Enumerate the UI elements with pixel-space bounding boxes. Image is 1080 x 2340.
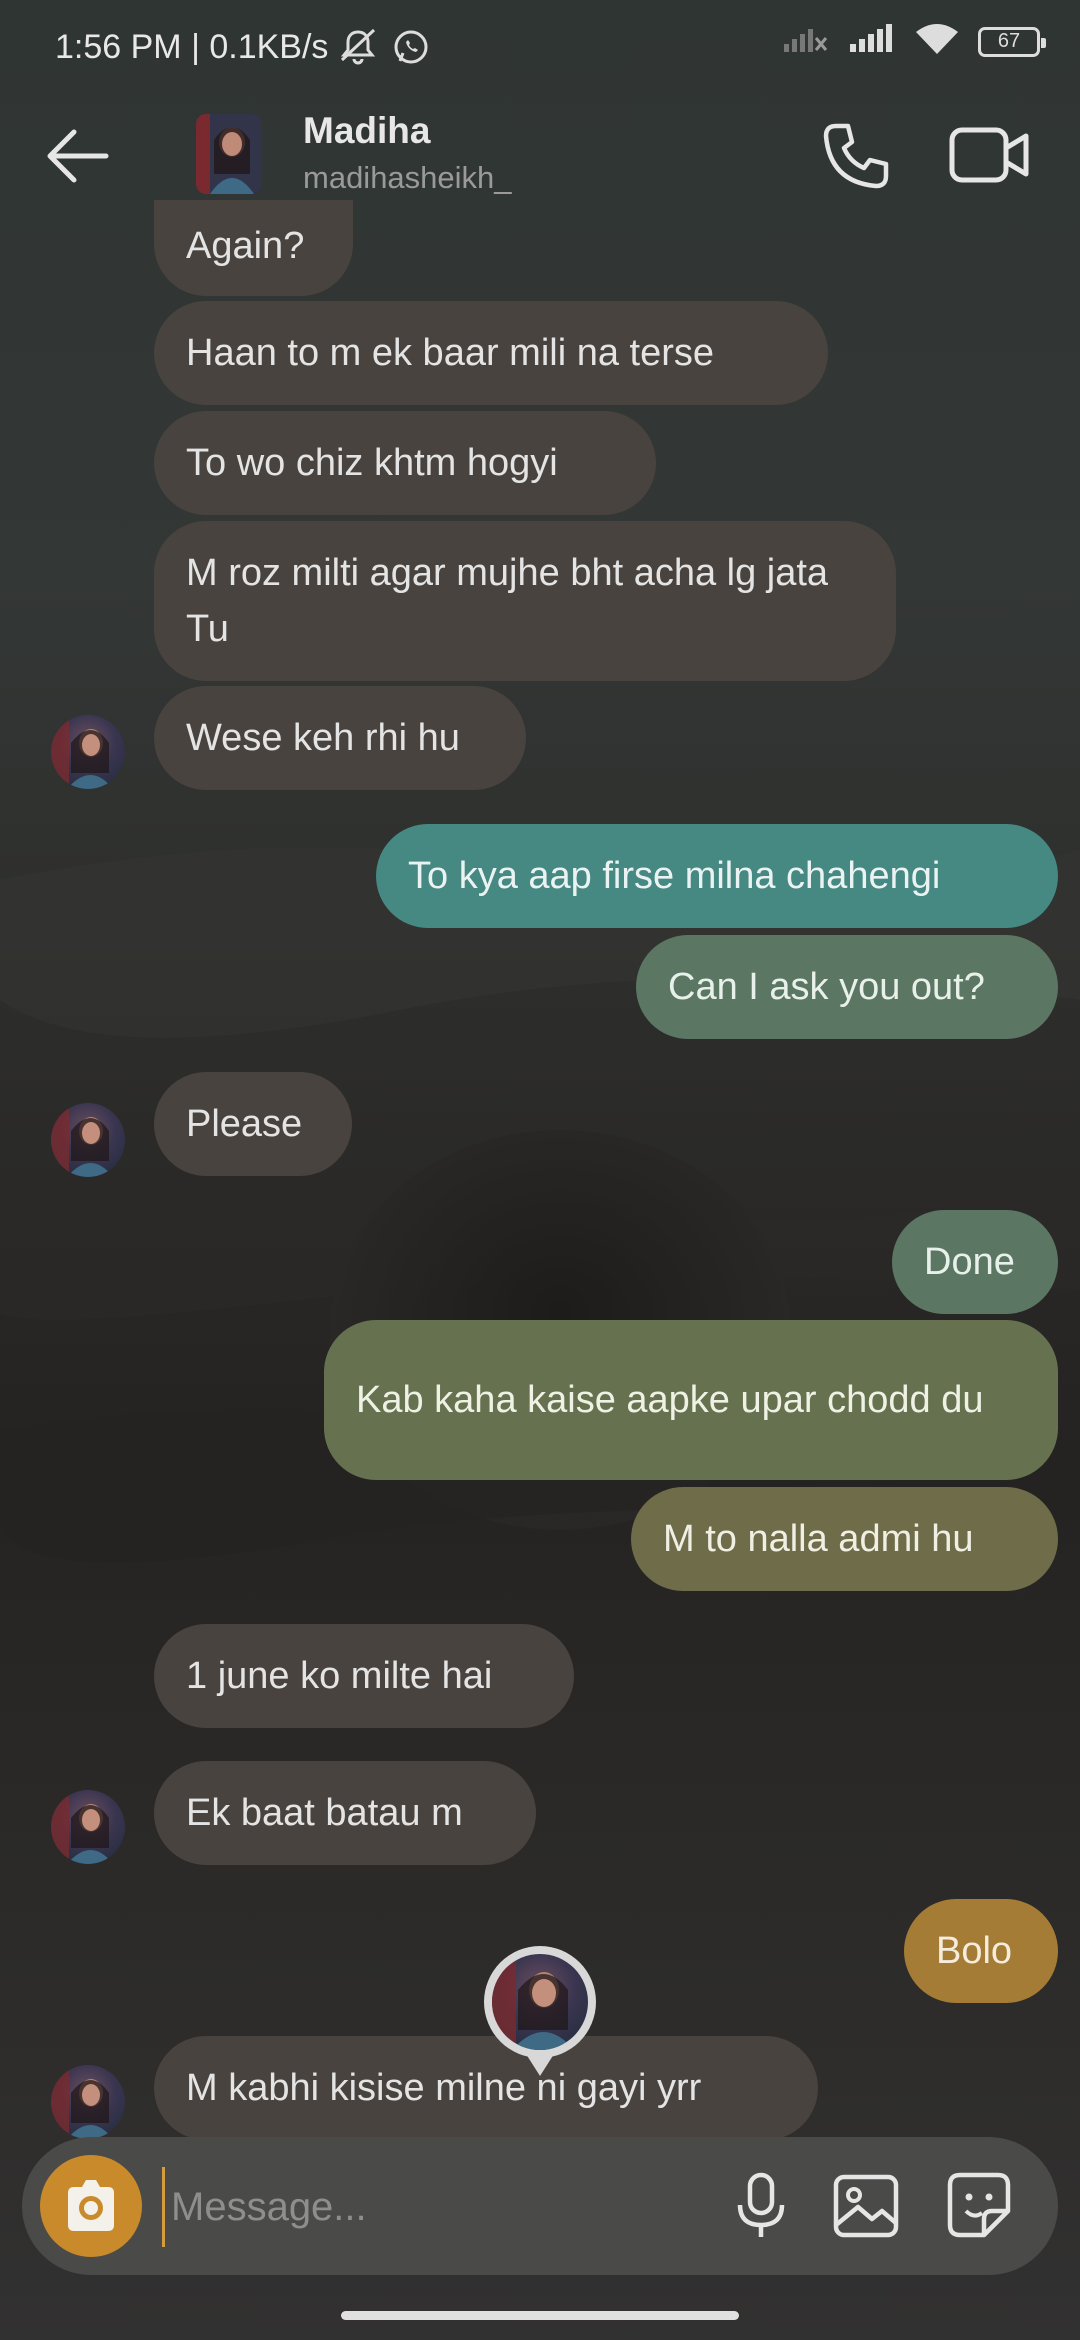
signal-weak-icon <box>782 24 830 59</box>
message-bubble-incoming[interactable]: Haan to m ek baar mili na terse <box>154 301 828 405</box>
message-bubble-incoming[interactable]: M kabhi kisise milne ni gayi yrr <box>154 2036 818 2140</box>
battery-indicator: 67 <box>978 26 1046 57</box>
sticker-button[interactable] <box>940 2167 1018 2245</box>
message-bubble-outgoing[interactable]: Kab kaha kaise aapke upar chodd du <box>324 1320 1058 1480</box>
contact-avatar-small[interactable] <box>51 1790 125 1864</box>
sticker-icon <box>947 2172 1011 2238</box>
message-bubble-incoming[interactable]: M roz milti agar mujhe bht acha lg jata … <box>154 521 896 681</box>
signal-icon <box>848 24 896 59</box>
message-bubble-outgoing[interactable]: Done <box>892 1210 1058 1314</box>
home-indicator[interactable] <box>341 2311 739 2320</box>
video-call-button[interactable] <box>948 118 1032 194</box>
whatsapp-icon <box>392 28 430 71</box>
contact-avatar-small[interactable] <box>51 1103 125 1177</box>
contact-username[interactable]: madihasheikh_ <box>303 160 512 196</box>
contact-avatar[interactable] <box>196 114 262 194</box>
chat-header: Madiha madihasheikh_ <box>0 96 1080 216</box>
video-camera-icon <box>949 127 1029 183</box>
image-icon <box>833 2174 899 2238</box>
back-button[interactable] <box>40 126 120 186</box>
arrow-left-icon <box>47 129 109 183</box>
status-indicators: 67 <box>782 22 1046 61</box>
contact-name[interactable]: Madiha <box>303 110 430 152</box>
message-bubble-incoming[interactable]: Ek baat batau m <box>154 1761 536 1865</box>
message-bubble-outgoing[interactable]: Bolo <box>904 1899 1058 2003</box>
message-composer <box>22 2137 1058 2275</box>
message-bubble-outgoing[interactable]: Can I ask you out? <box>636 935 1058 1039</box>
message-bubble-incoming[interactable]: Please <box>154 1072 352 1176</box>
camera-icon <box>68 2180 114 2231</box>
gallery-button[interactable] <box>828 2167 906 2245</box>
message-bubble-outgoing[interactable]: M to nalla admi hu <box>631 1487 1058 1591</box>
camera-button[interactable] <box>40 2155 142 2257</box>
status-bar: 1:56 PM | 0.1KB/s 67 <box>0 0 1080 96</box>
status-time: 1:56 PM | 0.1KB/s <box>55 28 329 66</box>
voice-call-button[interactable] <box>818 118 894 194</box>
phone-icon <box>823 123 889 189</box>
contact-avatar-small[interactable] <box>51 2065 125 2139</box>
message-bubble-incoming[interactable]: 1 june ko milte hai <box>154 1624 574 1728</box>
voice-message-button[interactable] <box>722 2167 800 2245</box>
wifi-icon <box>914 22 960 61</box>
microphone-icon <box>737 2172 785 2237</box>
message-bubble-outgoing[interactable]: To kya aap firse milna chahengi <box>376 824 1058 928</box>
message-bubble-incoming[interactable]: To wo chiz khtm hogyi <box>154 411 656 515</box>
typing-avatar-bubble <box>484 1946 596 2076</box>
message-input[interactable] <box>162 2167 713 2247</box>
mute-icon <box>336 26 380 71</box>
contact-avatar-small[interactable] <box>51 715 125 789</box>
message-bubble-incoming[interactable]: Wese keh rhi hu <box>154 686 526 790</box>
